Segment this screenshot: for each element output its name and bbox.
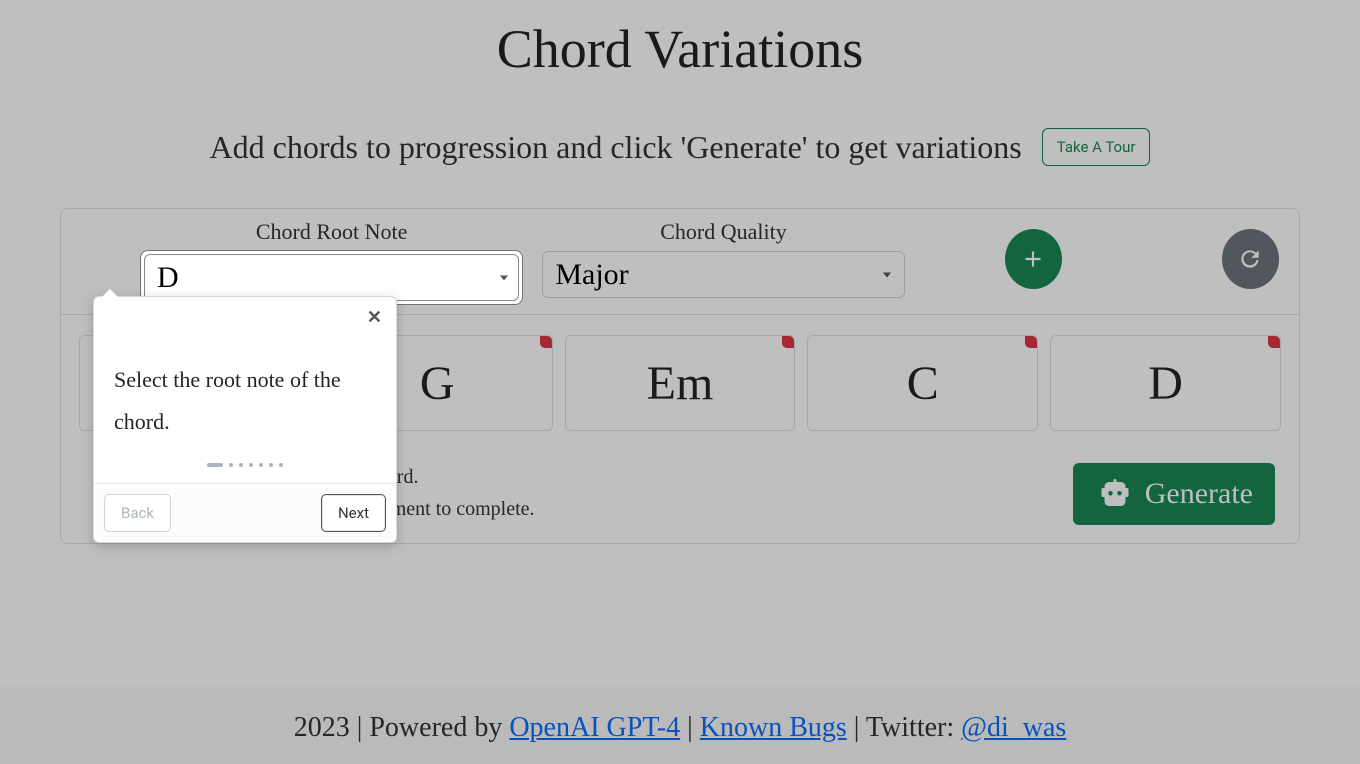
- popover-text: Select the root note of the chord.: [94, 297, 396, 463]
- remove-chord-badge[interactable]: [782, 336, 794, 348]
- footer-year: 2023: [294, 712, 350, 743]
- generate-button[interactable]: Generate: [1073, 463, 1275, 525]
- tour-popover: ✕ Select the root note of the chord. Bac…: [93, 296, 397, 543]
- reset-button[interactable]: [1222, 229, 1279, 289]
- remove-chord-badge[interactable]: [1025, 336, 1037, 348]
- chord-quality-select[interactable]: Major: [542, 251, 904, 298]
- chord-card: D: [1050, 335, 1281, 431]
- chord-card: Em: [565, 335, 796, 431]
- chord-label: D: [1148, 356, 1183, 411]
- remove-chord-badge[interactable]: [1268, 336, 1280, 348]
- footer-powered-label: Powered by: [369, 712, 509, 743]
- footer-twitter-label: Twitter:: [866, 712, 961, 743]
- plus-icon: [1020, 246, 1046, 272]
- tour-progress-dots: [94, 463, 396, 483]
- take-tour-button[interactable]: Take A Tour: [1042, 128, 1151, 166]
- twitter-link[interactable]: @di_was: [961, 712, 1066, 743]
- robot-icon: [1095, 476, 1135, 512]
- generate-label: Generate: [1145, 477, 1253, 511]
- page-footer: 2023 | Powered by OpenAI GPT-4 | Known B…: [0, 687, 1360, 764]
- chord-label: G: [420, 356, 455, 411]
- gpt-link[interactable]: OpenAI GPT-4: [509, 712, 680, 743]
- tour-back-button[interactable]: Back: [104, 494, 171, 532]
- page-subtitle: Add chords to progression and click 'Gen…: [210, 129, 1022, 166]
- known-bugs-link[interactable]: Known Bugs: [700, 712, 847, 743]
- chord-label: C: [907, 356, 939, 411]
- add-chord-button[interactable]: [1005, 229, 1062, 289]
- close-icon[interactable]: ✕: [367, 307, 382, 328]
- chord-card: C: [807, 335, 1038, 431]
- root-note-select[interactable]: D: [144, 254, 519, 301]
- chord-quality-label: Chord Quality: [660, 219, 787, 245]
- page-title: Chord Variations: [20, 0, 1340, 80]
- root-note-label: Chord Root Note: [256, 219, 408, 245]
- remove-chord-badge[interactable]: [540, 336, 552, 348]
- refresh-icon: [1237, 246, 1263, 272]
- tour-next-button[interactable]: Next: [321, 494, 386, 532]
- chord-label: Em: [647, 356, 714, 411]
